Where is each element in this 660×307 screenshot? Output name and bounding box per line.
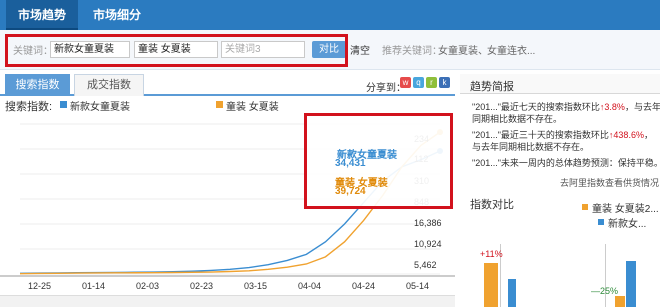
brief-text: ，与去年 bbox=[624, 102, 660, 112]
tooltip-series-1-value: 34,431 bbox=[335, 158, 366, 169]
compare-axis-2 bbox=[605, 244, 606, 307]
brief-text: ， bbox=[643, 130, 653, 140]
brief-line-2-cont: 与去年同期相比数据不存在。 bbox=[472, 142, 590, 152]
x-tick-label: 01-14 bbox=[82, 281, 106, 291]
qzone-share-icon[interactable]: q bbox=[413, 77, 424, 88]
compare-bar-blue-2 bbox=[626, 261, 636, 307]
y-tick-label: 5,462 bbox=[414, 260, 437, 270]
index-compare-title: 指数对比 bbox=[470, 199, 514, 211]
trend-brief-title: 趋势简报 bbox=[470, 81, 514, 93]
compare-bar-blue-1 bbox=[508, 279, 516, 307]
chart-tooltip: 新款女童夏装 34,431 童装 女夏装 39,724 bbox=[304, 113, 453, 209]
x-tick-label: 02-23 bbox=[190, 281, 214, 291]
tab-transaction-index[interactable]: 成交指数 bbox=[74, 74, 144, 96]
brief-percent: 438.6% bbox=[613, 130, 644, 140]
compare-pct-up: +11% bbox=[480, 249, 503, 259]
brief-line-1-cont: 同期相比数据不存在。 bbox=[472, 114, 563, 124]
recommend-keyword[interactable]: 女童连衣... bbox=[487, 42, 535, 57]
clear-link[interactable]: 清空 bbox=[350, 42, 370, 57]
compare-bar-orange-1 bbox=[484, 263, 498, 307]
x-tick-label: 04-04 bbox=[298, 281, 322, 291]
y-tick-label: 10,924 bbox=[414, 239, 442, 249]
compare-legend-2: 新款女... bbox=[608, 219, 647, 230]
tab-market-segment[interactable]: 市场细分 bbox=[82, 0, 152, 30]
y-tick-label: 16,386 bbox=[414, 218, 442, 228]
brief-line-1: "201..."最近七天的搜索指数环比↑3.8%，与去年 bbox=[472, 101, 660, 113]
legend-series-2: 童装 女夏装 bbox=[226, 102, 279, 113]
legend-swatch-orange bbox=[216, 101, 223, 108]
compare-pct-down: —25% bbox=[591, 286, 619, 296]
right-panel: 趋势简报 "201..."最近七天的搜索指数环比↑3.8%，与去年 同期相比数据… bbox=[460, 74, 660, 307]
x-tick-label: 05-14 bbox=[406, 281, 430, 291]
recommend-keyword[interactable]: 女童夏装、 bbox=[438, 42, 488, 57]
x-tick-label: 04-24 bbox=[352, 281, 376, 291]
weibo-share-icon[interactable]: w bbox=[400, 77, 411, 88]
x-tick-label: 02-03 bbox=[136, 281, 160, 291]
legend-series-1: 新款女童夏装 bbox=[70, 102, 130, 113]
compare-swatch-orange bbox=[582, 204, 588, 210]
compare-bar-orange-2 bbox=[615, 296, 625, 307]
legend-title: 搜索指数: bbox=[5, 101, 53, 113]
trend-brief-header: 趋势简报 bbox=[460, 74, 660, 94]
brief-line-2: "201..."最近三十天的搜索指数环比↑438.6%， bbox=[472, 129, 653, 141]
top-nav: 市场趋势 市场细分 bbox=[0, 0, 660, 30]
legend-swatch-blue bbox=[60, 101, 67, 108]
chart-legend: 搜索指数: 新款女童夏装 童装 女夏装 bbox=[0, 98, 455, 113]
recommend-label: 推荐关键词： bbox=[382, 46, 442, 57]
tooltip-series-2-value: 39,724 bbox=[335, 186, 366, 197]
x-tick-label: 12-25 bbox=[28, 281, 52, 291]
renren-share-icon[interactable]: r bbox=[426, 77, 437, 88]
tab-search-index[interactable]: 搜索指数 bbox=[5, 74, 70, 96]
chart-scrollbar[interactable] bbox=[0, 295, 455, 307]
more-link[interactable]: 去阿里指数查看供货情况 > bbox=[560, 176, 660, 189]
kaixin-share-icon[interactable]: k bbox=[439, 77, 450, 88]
x-tick-label: 03-15 bbox=[244, 281, 268, 291]
compare-swatch-blue bbox=[598, 219, 604, 225]
highlight-box-search bbox=[5, 34, 348, 67]
brief-line-3: "201..."未来一周内的总体趋势预测：保持平稳。 bbox=[472, 158, 660, 168]
tab-market-trend[interactable]: 市场趋势 bbox=[6, 0, 78, 30]
brief-text: "201..."最近七天的搜索指数环比 bbox=[472, 102, 600, 112]
brief-percent: 3.8% bbox=[604, 102, 625, 112]
compare-legend-1: 童装 女夏装2... bbox=[592, 204, 659, 215]
brief-text: "201..."最近三十天的搜索指数环比 bbox=[472, 130, 609, 140]
